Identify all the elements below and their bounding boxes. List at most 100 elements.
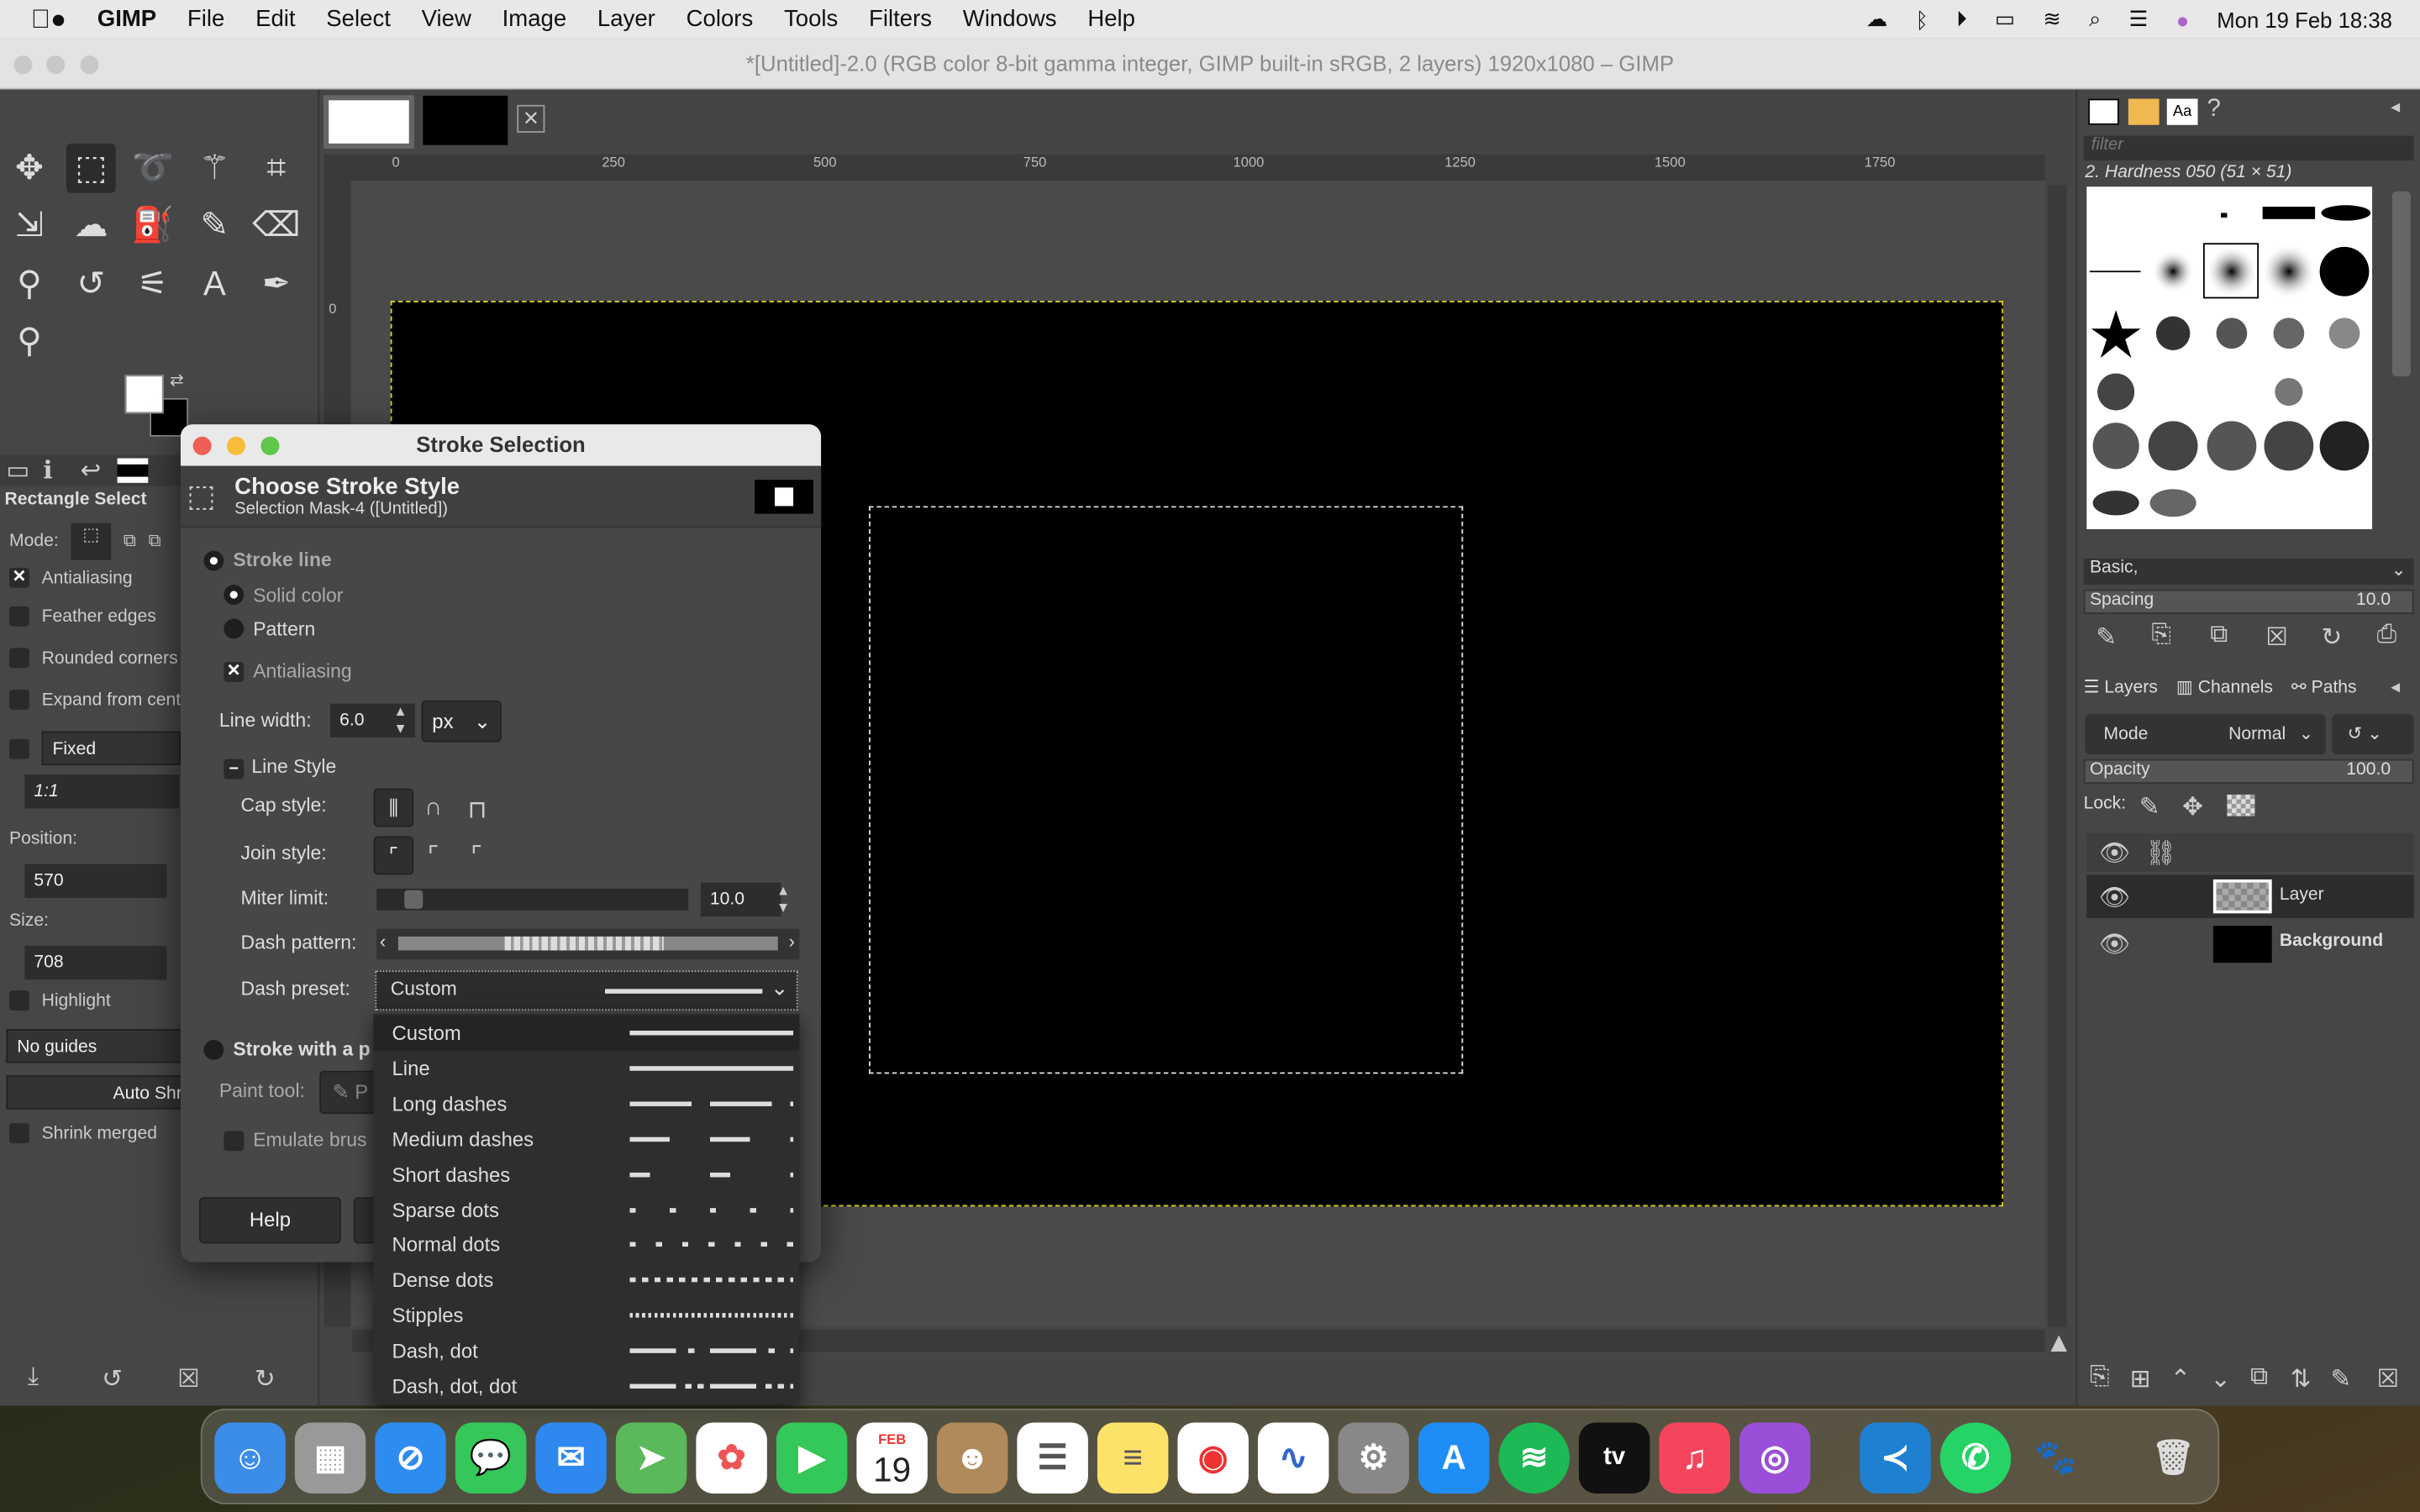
- mail-icon[interactable]: ✉: [535, 1422, 607, 1494]
- text-tool-icon[interactable]: A: [190, 260, 239, 309]
- dash-preset-option[interactable]: Dense dots: [373, 1263, 799, 1298]
- smudge-tool-icon[interactable]: ↺: [66, 260, 116, 309]
- layer-name[interactable]: Layer: [2280, 885, 2324, 904]
- bucket-fill-icon[interactable]: ⛽: [128, 201, 177, 250]
- rect-select-tool-icon[interactable]: ⬚: [66, 143, 116, 193]
- dash-preset-option[interactable]: Sparse dots: [373, 1192, 799, 1227]
- brushes-tab-icon[interactable]: [2088, 98, 2119, 125]
- dash-preset-option[interactable]: Dash, dot: [373, 1333, 799, 1368]
- trash-icon[interactable]: 🗑: [2138, 1422, 2208, 1493]
- position-x-input[interactable]: 570: [24, 864, 167, 898]
- image-tab-white[interactable]: [324, 95, 414, 149]
- unit-select[interactable]: px ⌄: [421, 700, 502, 743]
- fonts-tab-icon[interactable]: Aa: [2166, 98, 2198, 125]
- foreground-color[interactable]: [124, 375, 164, 414]
- mode-subtract-icon[interactable]: ⧉: [149, 532, 161, 552]
- delete-options-icon[interactable]: ☒: [177, 1364, 199, 1395]
- composite-mode-select[interactable]: ↺ ⌄: [2332, 714, 2414, 755]
- navigate-icon[interactable]: ▲: [2045, 1327, 2073, 1360]
- brush-filter-input[interactable]: filter: [2083, 135, 2414, 161]
- open-brush-icon[interactable]: ⎙: [2377, 622, 2397, 649]
- new-brush-icon[interactable]: ⎘: [2151, 622, 2171, 649]
- new-group-icon[interactable]: ⊞: [2130, 1364, 2151, 1395]
- line-width-spinner[interactable]: ▲ ▼: [393, 704, 407, 738]
- mode-replace-icon[interactable]: ⬚: [71, 522, 112, 560]
- fixed-checkbox[interactable]: [9, 738, 29, 759]
- lasso-tool-icon[interactable]: ➰: [128, 144, 177, 193]
- bluetooth-icon[interactable]: ᛒ: [1916, 7, 1928, 31]
- refresh-brushes-icon[interactable]: ↻: [2321, 622, 2342, 653]
- brush-grid[interactable]: [2086, 186, 2373, 530]
- highlight-checkbox[interactable]: [9, 990, 29, 1011]
- antialiasing-checkbox[interactable]: ✕: [9, 567, 29, 588]
- dash-right-arrow-icon[interactable]: ›: [789, 931, 795, 953]
- new-layer-icon[interactable]: ⎘: [2090, 1364, 2110, 1392]
- tab-channels[interactable]: ▥ Channels: [2176, 675, 2273, 697]
- save-options-icon[interactable]: ⤓: [28, 1364, 39, 1392]
- whatsapp-icon[interactable]: ✆: [1939, 1422, 2012, 1494]
- menu-windows[interactable]: Windows: [963, 6, 1057, 32]
- notes-icon[interactable]: ≡: [1097, 1422, 1169, 1494]
- panel-menu-icon[interactable]: ◂: [2391, 96, 2400, 118]
- help-button[interactable]: Help: [198, 1197, 341, 1244]
- layer-row[interactable]: 👁 Background: [2086, 921, 2413, 964]
- stroke-line-radio[interactable]: [203, 550, 224, 571]
- eraser-icon[interactable]: ⌫: [251, 201, 301, 250]
- feather-checkbox[interactable]: [9, 606, 29, 627]
- close-tab-icon[interactable]: ✕: [517, 104, 545, 133]
- menu-filters[interactable]: Filters: [869, 6, 932, 32]
- join-round-icon[interactable]: ⌜: [428, 841, 439, 872]
- system-settings-icon[interactable]: ⚙: [1338, 1422, 1409, 1494]
- dash-preset-option[interactable]: Medium dashes: [373, 1121, 799, 1157]
- menu-view[interactable]: View: [422, 6, 471, 32]
- cap-round-icon[interactable]: ∩: [424, 795, 442, 822]
- gimp-icon[interactable]: 🐾: [2020, 1422, 2091, 1493]
- paths-tool-icon[interactable]: ⚟: [128, 260, 177, 309]
- crop-tool-icon[interactable]: ⌗: [251, 144, 301, 193]
- dash-left-arrow-icon[interactable]: ‹: [380, 931, 386, 953]
- music-icon[interactable]: ♫: [1659, 1422, 1730, 1494]
- dash-preset-option[interactable]: Line: [373, 1051, 799, 1086]
- ratio-field[interactable]: 1:1: [24, 774, 180, 809]
- lower-layer-icon[interactable]: ⌄: [2210, 1364, 2231, 1395]
- creative-cloud-icon[interactable]: ☁: [1866, 6, 1888, 32]
- dash-preset-option[interactable]: Custom: [373, 1015, 800, 1051]
- move-tool-icon[interactable]: ✥: [5, 144, 55, 193]
- expand-center-checkbox[interactable]: [9, 690, 29, 710]
- apple-icon[interactable]: ●: [31, 4, 66, 35]
- dash-pattern-editor[interactable]: ‹ ›: [376, 928, 800, 960]
- raise-layer-icon[interactable]: ⌃: [2170, 1364, 2191, 1395]
- tab-paths[interactable]: ⚯ Paths: [2291, 675, 2357, 697]
- dash-preset-option[interactable]: Short dashes: [373, 1157, 799, 1192]
- layer-name[interactable]: Background: [2280, 932, 2383, 950]
- help-tab-icon[interactable]: ?: [2207, 96, 2221, 123]
- zoom-button[interactable]: [80, 55, 99, 75]
- miter-spinner[interactable]: ▲ ▼: [776, 883, 790, 916]
- messages-icon[interactable]: 💬: [455, 1422, 527, 1494]
- transform-tool-icon[interactable]: ⇲: [5, 201, 55, 250]
- layer-row[interactable]: 👁 Layer: [2086, 874, 2414, 918]
- line-style-expander[interactable]: –: [224, 759, 245, 780]
- dialog-close-button[interactable]: [192, 436, 212, 455]
- duplicate-layer-icon[interactable]: ⧉: [2250, 1364, 2268, 1392]
- dash-preset-option[interactable]: Stipples: [373, 1298, 799, 1333]
- siri-icon[interactable]: ●: [2176, 7, 2190, 31]
- minimize-button[interactable]: [46, 55, 66, 75]
- freeform-icon[interactable]: ∿: [1257, 1422, 1329, 1494]
- size-w-input[interactable]: 708: [24, 945, 167, 980]
- menu-colors[interactable]: Colors: [687, 6, 754, 32]
- pattern-radio[interactable]: [224, 618, 245, 639]
- dialog-minimize-button[interactable]: [227, 436, 246, 455]
- layers-menu-icon[interactable]: ◂: [2391, 675, 2400, 697]
- brush-scrollbar[interactable]: [2391, 191, 2411, 377]
- wifi-icon[interactable]: ≋: [2043, 6, 2061, 32]
- podcasts-icon[interactable]: ◎: [1739, 1422, 1811, 1494]
- vscode-icon[interactable]: ≺: [1860, 1422, 1931, 1494]
- miter-limit-slider[interactable]: [376, 888, 689, 911]
- lock-pixels-icon[interactable]: ✎: [2139, 791, 2160, 822]
- menu-layer[interactable]: Layer: [597, 6, 655, 32]
- mode-add-icon[interactable]: ⧉: [124, 532, 136, 552]
- dash-preset-option[interactable]: Dash, dot, dot: [373, 1368, 799, 1404]
- facetime-icon[interactable]: ▶: [776, 1422, 848, 1494]
- stroke-antialiasing-checkbox[interactable]: ✕: [224, 661, 245, 682]
